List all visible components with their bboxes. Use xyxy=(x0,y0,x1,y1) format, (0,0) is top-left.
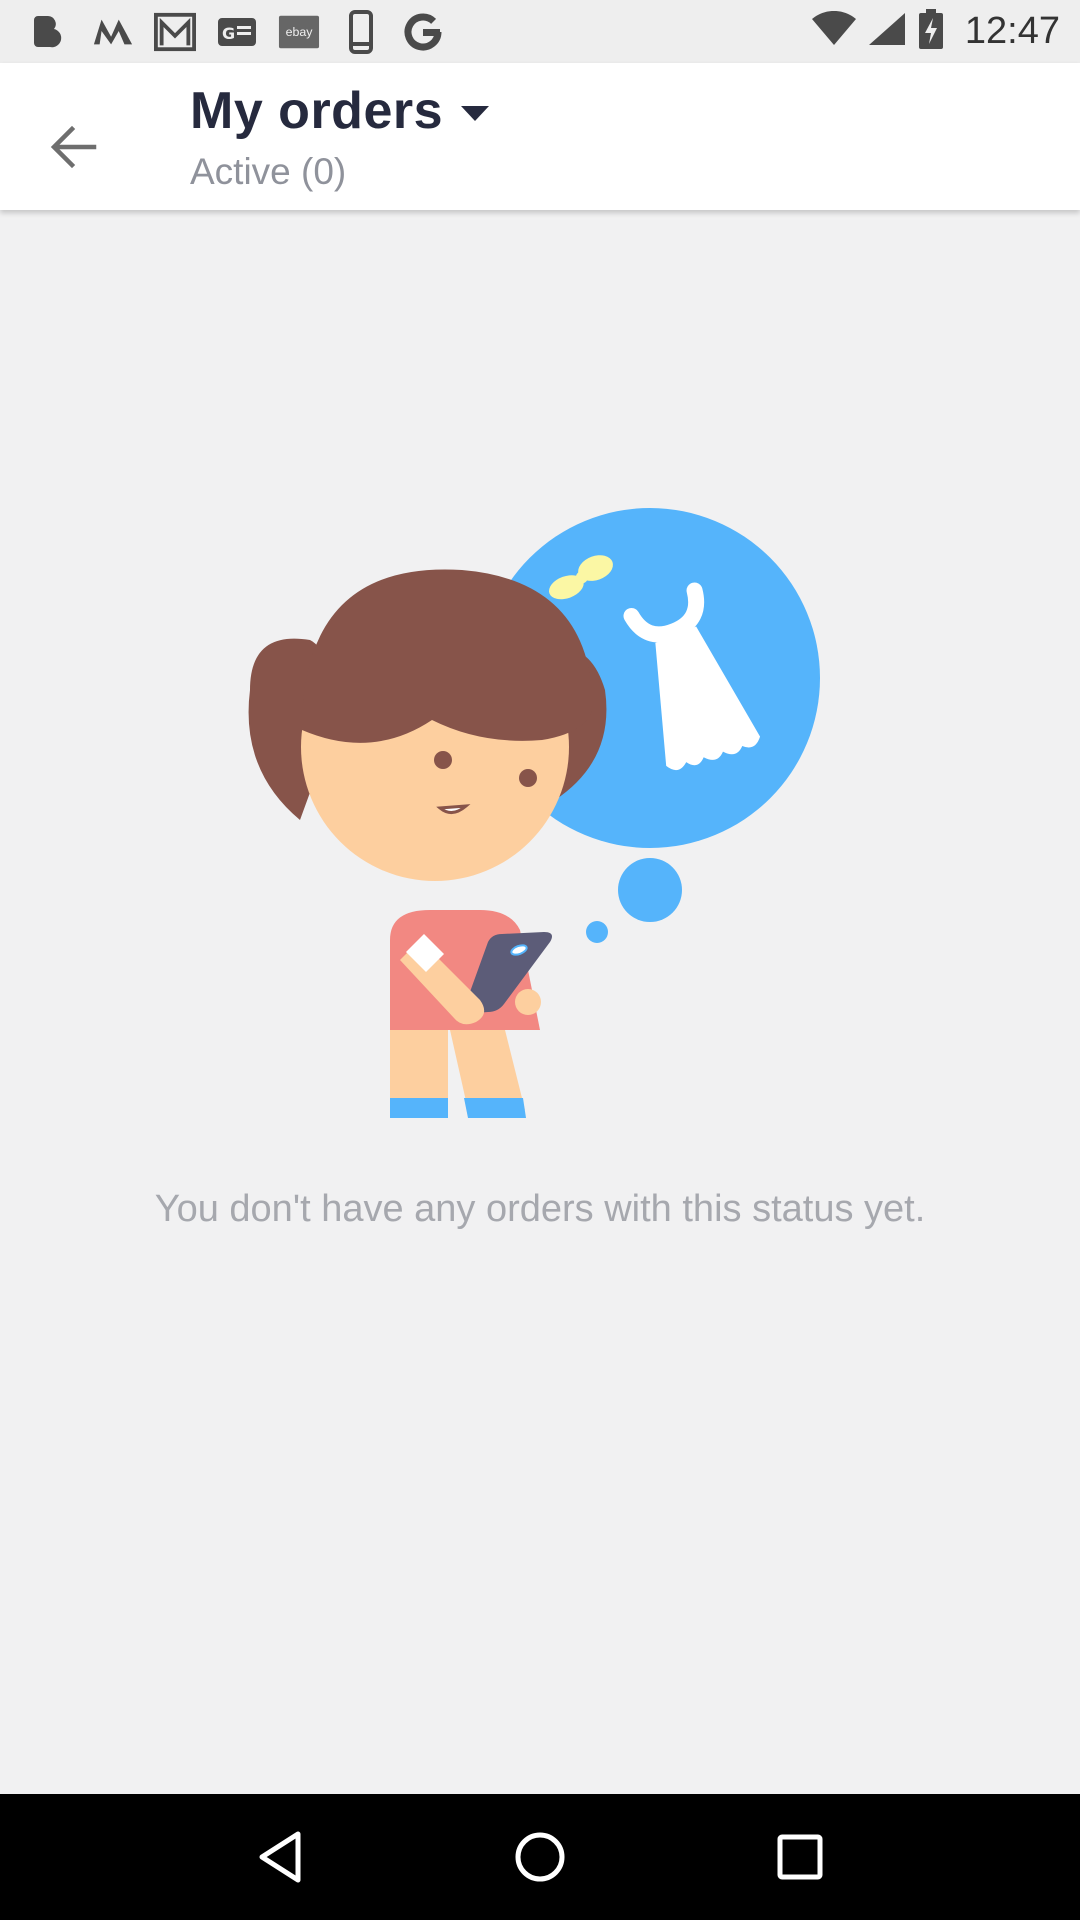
eye-left xyxy=(434,751,452,769)
ebay-icon: ebay xyxy=(278,11,320,53)
svg-text:ebay: ebay xyxy=(286,24,314,38)
arrow-back-icon xyxy=(50,125,97,169)
notification-icons: G ebay xyxy=(30,9,464,54)
eye-right xyxy=(519,769,537,787)
thought-bubble-tiny xyxy=(586,921,608,943)
empty-orders-illustration xyxy=(248,508,820,1118)
nav-recents-button[interactable] xyxy=(750,1807,850,1907)
news-icon: G xyxy=(216,11,258,53)
recents-nav-icon xyxy=(777,1834,823,1880)
page-title: My orders xyxy=(190,82,444,140)
status-time: 12:47 xyxy=(964,10,1060,52)
caret-down-icon xyxy=(461,106,490,121)
phone-icon xyxy=(340,9,382,54)
system-icons: 12:47 xyxy=(811,8,1060,55)
hand-right xyxy=(515,989,541,1015)
cell-signal-icon xyxy=(867,11,907,52)
wifi-icon xyxy=(811,10,857,52)
sock-right xyxy=(464,1098,526,1118)
home-nav-icon xyxy=(515,1832,565,1882)
system-nav-bar xyxy=(0,1794,1080,1920)
page-subtitle: Active (0) xyxy=(190,151,347,192)
svg-text:G: G xyxy=(222,24,235,43)
back-button[interactable] xyxy=(30,103,118,191)
nav-back-button[interactable] xyxy=(230,1807,330,1907)
nav-home-button[interactable] xyxy=(490,1807,590,1907)
google-icon xyxy=(402,11,444,53)
gmail-icon xyxy=(154,11,196,53)
orders-status-dropdown[interactable]: My orders xyxy=(190,81,490,141)
empty-state-message: You don't have any orders with this stat… xyxy=(154,1188,926,1230)
thought-bubble-small xyxy=(618,858,682,922)
back-nav-icon xyxy=(259,1831,301,1883)
battery-charging-icon xyxy=(917,8,945,55)
b-app-icon xyxy=(30,11,72,53)
status-bar: G ebay 12:47 xyxy=(0,0,1080,63)
sock-left xyxy=(390,1098,448,1118)
app-bar: My orders Active (0) xyxy=(0,63,1080,210)
m-app-icon xyxy=(92,11,134,53)
